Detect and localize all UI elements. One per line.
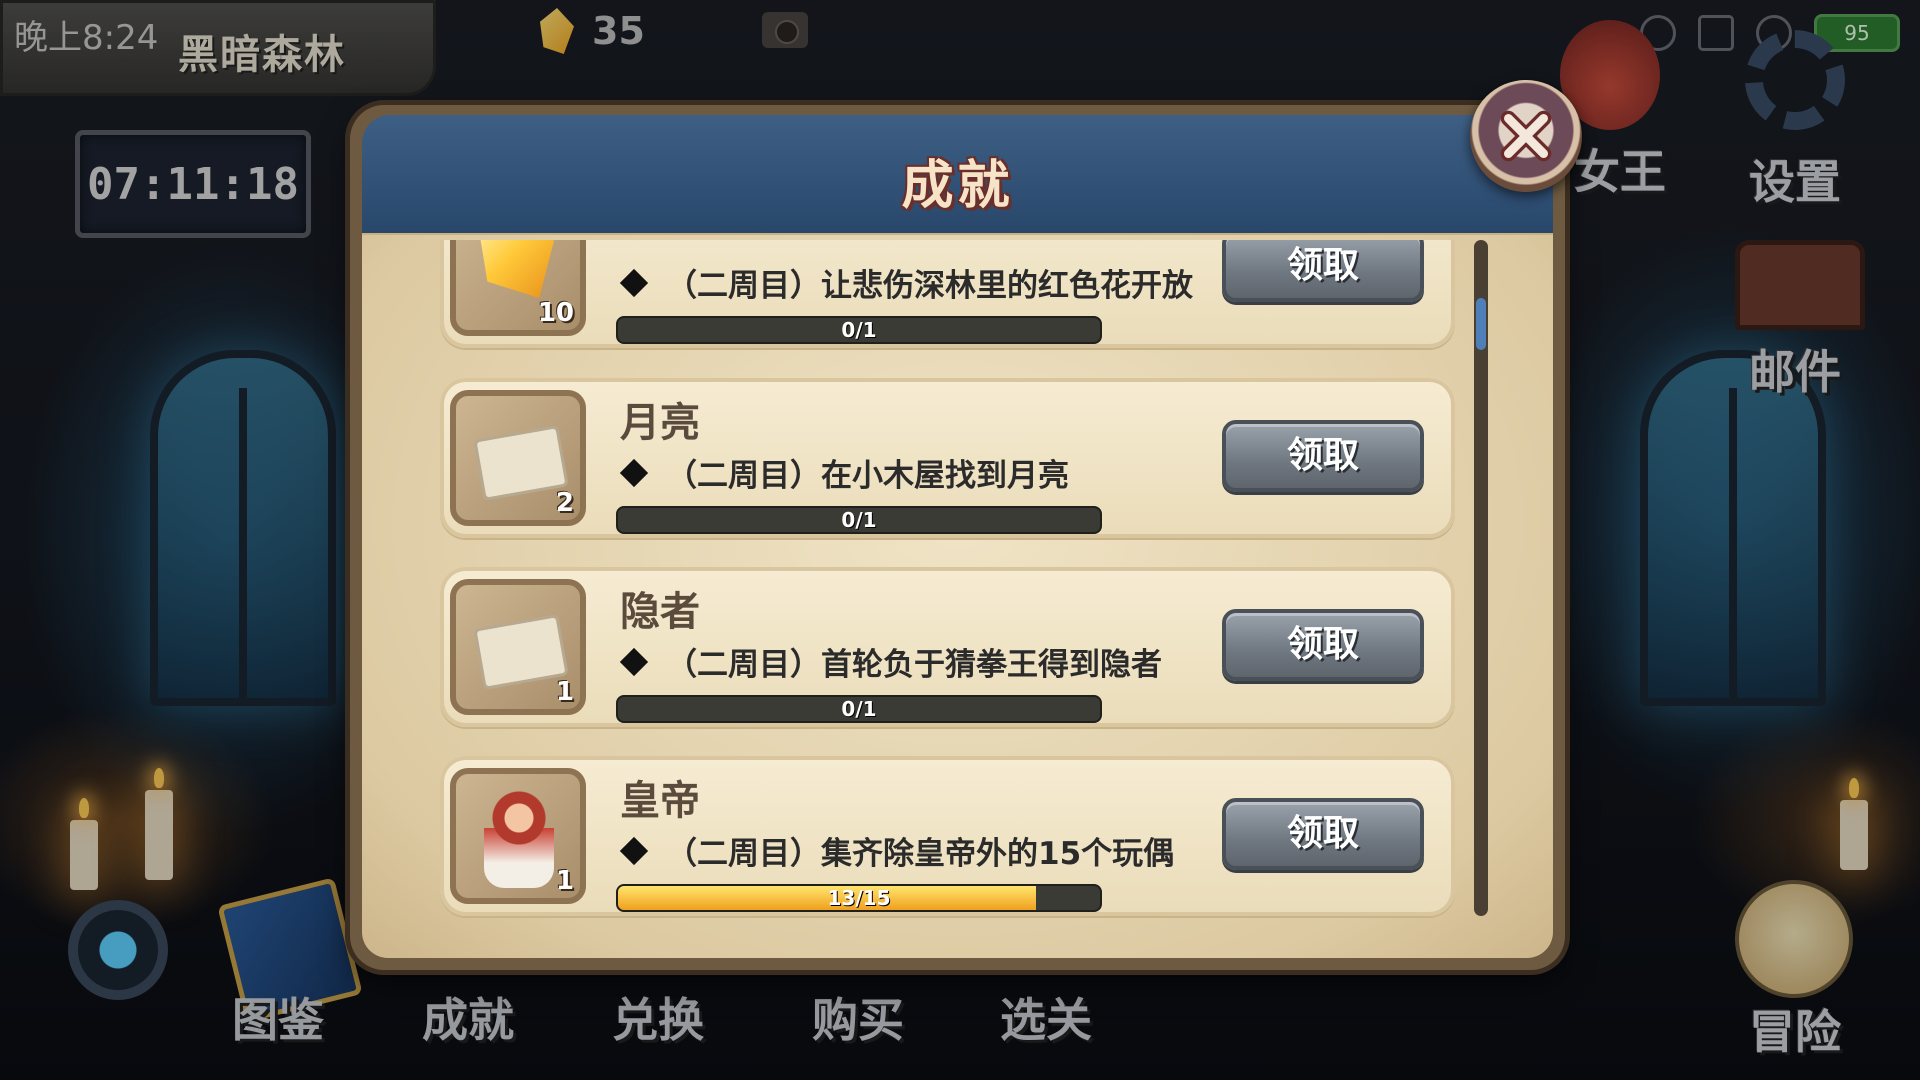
reward-count: 1 — [555, 866, 574, 896]
achievement-row: 1 皇帝 （二周目）集齐除皇帝外的15个玩偶 13/15 领取 — [440, 756, 1455, 916]
achievement-description: （二周目）集齐除皇帝外的15个玩偶 — [616, 828, 1174, 873]
ticket-icon — [473, 614, 569, 690]
reward-slot: 1 — [450, 768, 586, 904]
emperor-doll-icon — [484, 788, 554, 888]
achievement-row: 2 月亮 （二周目）在小木屋找到月亮 0/1 领取 — [440, 378, 1455, 538]
close-button[interactable] — [1470, 80, 1582, 192]
reward-slot: 10 — [450, 240, 586, 336]
achievement-list[interactable]: 10 （二周目）让悲伤深林里的红色花开放 0/1 领取 2 月亮 （二周目）在小… — [440, 240, 1455, 918]
claim-button[interactable]: 领取 — [1222, 609, 1424, 681]
achievement-description: （二周目）首轮负于猜拳王得到隐者 — [616, 639, 1162, 684]
achievement-description-text: （二周目）让悲伤深林里的红色花开放 — [666, 268, 1193, 304]
close-icon — [1500, 110, 1552, 162]
progress-bar: 13/15 — [616, 884, 1102, 912]
reward-slot: 1 — [450, 579, 586, 715]
reward-count: 1 — [555, 677, 574, 707]
bullet-diamond-icon — [619, 836, 649, 865]
achievement-name: 皇帝 — [620, 778, 700, 824]
achievement-description-text: （二周目）集齐除皇帝外的15个玩偶 — [666, 836, 1175, 872]
gem-icon — [480, 240, 554, 298]
progress-bar: 0/1 — [616, 695, 1102, 723]
bullet-diamond-icon — [619, 268, 649, 297]
achievement-row: 1 隐者 （二周目）首轮负于猜拳王得到隐者 0/1 领取 — [440, 567, 1455, 727]
achievement-row: 10 （二周目）让悲伤深林里的红色花开放 0/1 领取 — [440, 240, 1455, 348]
list-scrollbar[interactable] — [1474, 240, 1488, 916]
dialog-title: 成就 — [901, 156, 1014, 216]
reward-count: 2 — [555, 488, 574, 518]
achievement-description: （二周目）在小木屋找到月亮 — [616, 450, 1069, 495]
bullet-diamond-icon — [619, 458, 649, 487]
achievement-name: 月亮 — [620, 400, 700, 446]
progress-text: 0/1 — [841, 697, 877, 721]
progress-text: 13/15 — [827, 886, 891, 910]
claim-button[interactable]: 领取 — [1222, 420, 1424, 492]
progress-bar: 0/1 — [616, 316, 1102, 344]
claim-button[interactable]: 领取 — [1222, 798, 1424, 870]
achievement-description-text: （二周目）首轮负于猜拳王得到隐者 — [666, 647, 1162, 683]
ticket-icon — [473, 425, 569, 501]
bullet-diamond-icon — [619, 647, 649, 676]
achievement-name: 隐者 — [620, 589, 700, 635]
reward-count: 10 — [537, 298, 574, 328]
claim-button[interactable]: 领取 — [1222, 240, 1424, 302]
progress-text: 0/1 — [841, 508, 877, 532]
achievement-description: （二周目）让悲伤深林里的红色花开放 — [616, 260, 1193, 305]
scrollbar-thumb[interactable] — [1476, 298, 1486, 350]
progress-bar: 0/1 — [616, 506, 1102, 534]
progress-text: 0/1 — [841, 318, 877, 342]
dialog-header: 成就 — [362, 115, 1553, 239]
reward-slot: 2 — [450, 390, 586, 526]
achievement-description-text: （二周目）在小木屋找到月亮 — [666, 458, 1069, 494]
